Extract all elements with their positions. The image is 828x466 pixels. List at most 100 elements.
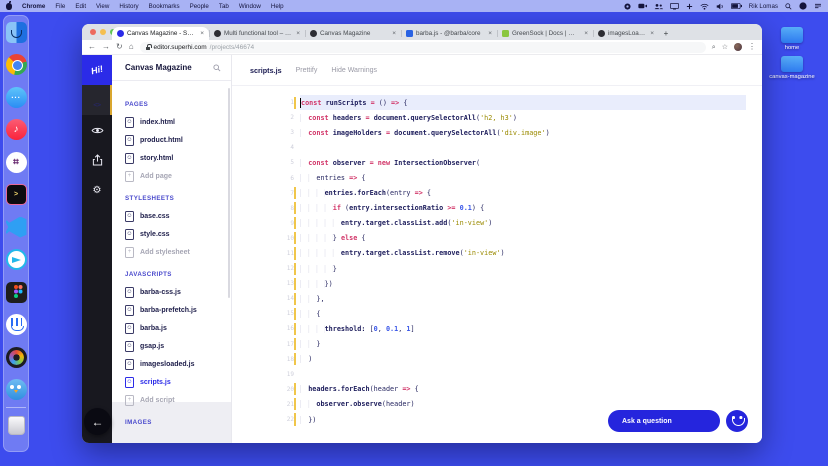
photos-dock-icon[interactable] xyxy=(5,346,27,368)
file-item-barba-prefetch.js[interactable]: ☺ barba-prefetch.js xyxy=(112,301,231,319)
desktop-icon-home[interactable]: home xyxy=(764,27,820,51)
figma-dock-icon[interactable] xyxy=(5,281,27,303)
close-window-button[interactable] xyxy=(90,29,96,35)
forward-icon[interactable]: → xyxy=(102,43,110,51)
terminal-dock-icon[interactable]: > xyxy=(5,184,27,206)
browser-menu-icon[interactable]: ⋮ xyxy=(748,43,756,51)
code-editor[interactable]: 1 const runScripts = () => {2 const heade… xyxy=(232,86,762,427)
lock-icon[interactable] xyxy=(146,44,152,50)
sidebar-scrollbar[interactable] xyxy=(228,88,230,298)
browser-tab[interactable]: Canvas Magazine × xyxy=(305,27,401,40)
code-line[interactable]: 16 threshold: [0, 0.1, 1] xyxy=(232,321,762,336)
tab-close-icon[interactable]: × xyxy=(648,30,654,37)
preview-eye-button[interactable] xyxy=(82,115,112,145)
code-line[interactable]: 15 { xyxy=(232,306,762,321)
apple-menu-icon[interactable] xyxy=(6,0,12,10)
screen-record-icon[interactable] xyxy=(624,2,631,10)
code-line[interactable]: 20 headers.forEach (header => { xyxy=(232,382,762,397)
add-file-button[interactable]: + Add page xyxy=(112,167,231,185)
code-line[interactable]: 12 } xyxy=(232,261,762,276)
prettify-button[interactable]: Prettify xyxy=(296,67,318,74)
menu-item-window[interactable]: Window xyxy=(239,3,261,10)
file-item-gsap.js[interactable]: ☺ gsap.js xyxy=(112,337,231,355)
file-item-style.css[interactable]: ☺ style.css xyxy=(112,225,231,243)
file-search-icon[interactable] xyxy=(213,63,221,72)
twitter-dock-icon[interactable] xyxy=(5,379,27,401)
code-line[interactable]: 6 entries => { xyxy=(232,170,762,185)
file-item-base.css[interactable]: ☺ base.css xyxy=(112,207,231,225)
file-item-imagesloaded.js[interactable]: ☺ imagesloaded.js xyxy=(112,355,231,373)
add-file-button[interactable]: + Add stylesheet xyxy=(112,243,231,261)
superhi-logo[interactable]: Hi! xyxy=(82,55,112,85)
menu-item-help[interactable]: Help xyxy=(271,3,284,10)
camera-icon[interactable] xyxy=(638,3,647,9)
tab-close-icon[interactable]: × xyxy=(582,30,588,37)
tab-close-icon[interactable]: × xyxy=(390,30,396,37)
new-tab-button[interactable]: + xyxy=(659,27,673,40)
back-icon[interactable]: ← xyxy=(88,43,96,51)
tab-close-icon[interactable]: × xyxy=(198,30,204,37)
battery-icon[interactable] xyxy=(730,3,742,9)
vscode-dock-icon[interactable] xyxy=(5,216,27,238)
code-view-button[interactable]: <> xyxy=(82,85,112,115)
wifi-icon[interactable] xyxy=(700,3,709,10)
menu-item-bookmarks[interactable]: Bookmarks xyxy=(149,3,180,10)
settings-gear-button[interactable]: ⚙ xyxy=(82,175,112,205)
user-menu[interactable]: Rik Lomas xyxy=(749,3,778,10)
address-bar[interactable]: editor.superhi.com/projects/46674 xyxy=(139,41,706,53)
browser-tab[interactable]: Multi functional tool – Canvas M…× xyxy=(209,27,305,40)
browser-tab[interactable]: Canvas Magazine - Superhi× xyxy=(112,27,209,40)
browser-tab[interactable]: imagesLoaded × xyxy=(593,27,659,40)
code-line[interactable]: 17 } xyxy=(232,337,762,352)
browser-tab[interactable]: GreenSock | Docs | GSAP | gsa…× xyxy=(497,27,593,40)
file-item-barba.js[interactable]: ☺ barba.js xyxy=(112,319,231,337)
code-line[interactable]: 19 xyxy=(232,367,762,382)
code-line[interactable]: 5 const observer = new IntersectionObser… xyxy=(232,155,762,170)
browser-tab[interactable]: barba.js - @barba/core × xyxy=(401,27,497,40)
minimize-window-button[interactable] xyxy=(100,29,106,35)
code-line[interactable]: 11 entry.target.classList.remove('in-vie… xyxy=(232,246,762,261)
menu-item-edit[interactable]: Edit xyxy=(75,3,86,10)
users-icon[interactable] xyxy=(654,3,663,10)
messages-dock-icon[interactable]: ··· xyxy=(5,86,27,108)
menu-item-file[interactable]: File xyxy=(55,3,65,10)
code-line[interactable]: 13 }) xyxy=(232,276,762,291)
notification-center-icon[interactable] xyxy=(814,3,822,9)
bookmark-star-icon[interactable]: ☆ xyxy=(722,44,728,51)
code-line[interactable]: 7 entries.forEach (entry => { xyxy=(232,186,762,201)
menu-item-history[interactable]: History xyxy=(119,3,138,10)
intercom-dock-icon[interactable] xyxy=(5,314,27,336)
back-to-dashboard-button[interactable]: ← xyxy=(84,408,111,435)
file-item-index.html[interactable]: ☺ index.html xyxy=(112,113,231,131)
code-line[interactable]: 14 }, xyxy=(232,291,762,306)
menu-item-tab[interactable]: Tab xyxy=(219,3,229,10)
tab-close-icon[interactable]: × xyxy=(486,30,492,37)
code-line[interactable]: 2 const headers = document.querySelector… xyxy=(232,110,762,125)
file-item-scripts.js[interactable]: ☺ scripts.js xyxy=(112,373,231,391)
hide-warnings-button[interactable]: Hide Warnings xyxy=(331,67,377,74)
bluetooth-icon[interactable] xyxy=(686,3,693,10)
code-line[interactable]: 9 entry.target.classList.add('in-view') xyxy=(232,216,762,231)
display-mirroring-icon[interactable] xyxy=(669,2,679,10)
music-dock-icon[interactable]: ♪ xyxy=(5,119,27,141)
code-line[interactable]: 10 } else { xyxy=(232,231,762,246)
file-item-barba-css.js[interactable]: ☺ barba-css.js xyxy=(112,283,231,301)
home-icon[interactable]: ⌂ xyxy=(129,43,134,51)
code-line[interactable]: 8 if (entry.intersectionRatio >= 0.1) { xyxy=(232,201,762,216)
code-line[interactable]: 3 const imageHolders = document.querySel… xyxy=(232,125,762,140)
code-line[interactable]: 4 xyxy=(232,140,762,155)
spotlight-search-icon[interactable] xyxy=(785,2,792,10)
search-icon[interactable]: ⌕ xyxy=(712,44,716,51)
file-item-story.html[interactable]: ☺ story.html xyxy=(112,149,231,167)
menu-item-view[interactable]: View xyxy=(96,3,109,10)
mail-dock-icon[interactable] xyxy=(5,249,27,271)
chrome-dock-icon[interactable] xyxy=(5,54,27,76)
help-smiley-button[interactable] xyxy=(726,410,748,432)
menu-item-people[interactable]: People xyxy=(190,3,209,10)
code-line[interactable]: 1 const runScripts = () => { xyxy=(232,95,762,111)
volume-icon[interactable] xyxy=(716,3,724,10)
reload-icon[interactable]: ↻ xyxy=(116,43,123,51)
tab-close-icon[interactable]: × xyxy=(294,30,300,37)
finder-dock-icon[interactable] xyxy=(5,21,27,43)
add-file-button[interactable]: + Add script xyxy=(112,391,231,409)
